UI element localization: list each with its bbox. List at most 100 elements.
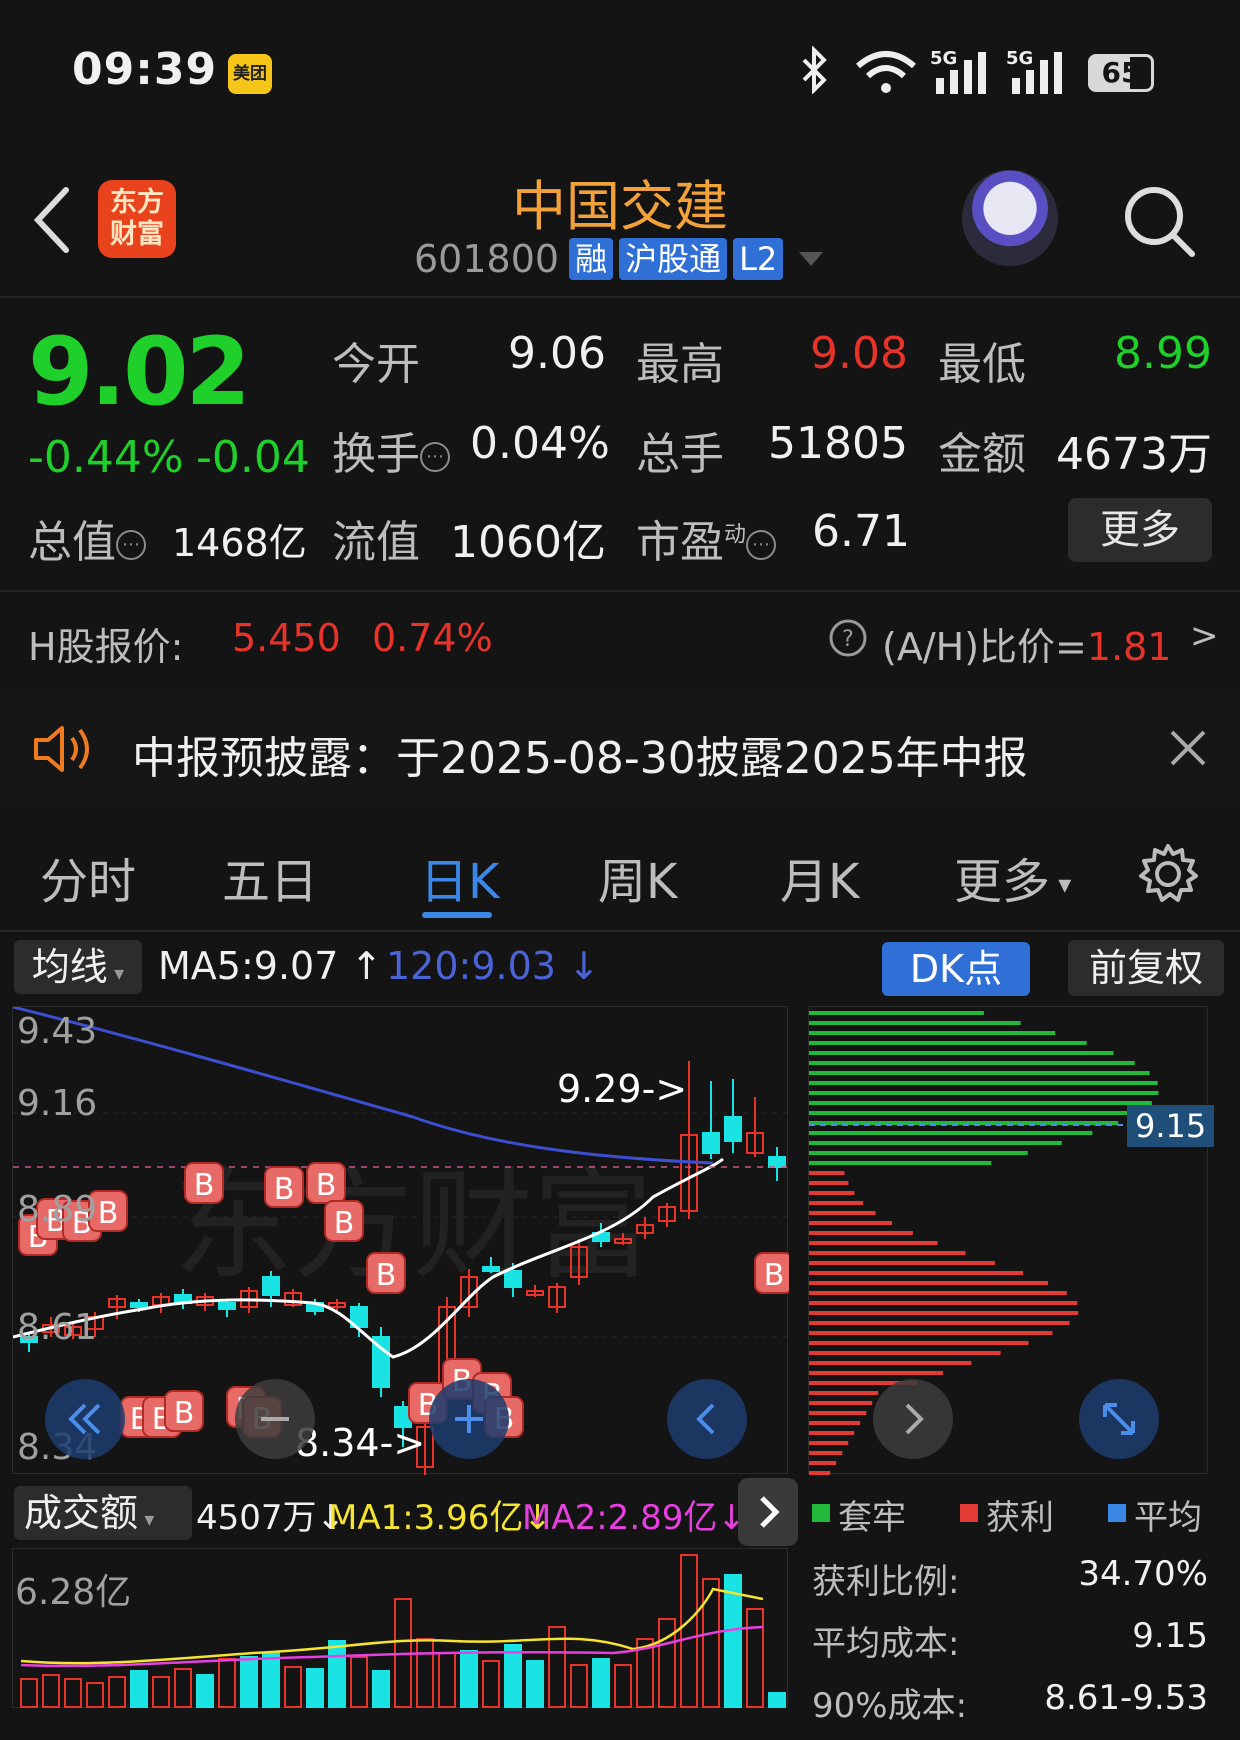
- change-amount: -0.04: [196, 432, 310, 483]
- bluetooth-icon: [800, 45, 830, 104]
- current-price: 9.02: [28, 318, 251, 427]
- amount-label: 金额: [938, 429, 1026, 480]
- cost-stats: 获利比例: 34.70% 平均成本: 9.15 90%成本: 8.61-9.53: [808, 1554, 1208, 1740]
- signal-icon-2: 5G: [1006, 48, 1068, 100]
- stat-profit-ratio: 获利比例: 34.70%: [812, 1554, 1208, 1602]
- amount-value: 4673万: [1056, 429, 1212, 480]
- expand-icon[interactable]: [1079, 1379, 1159, 1459]
- mktcap-label[interactable]: 总值 ⋯: [28, 506, 146, 570]
- svg-text:B: B: [98, 1196, 119, 1231]
- low-value: 8.99: [1114, 328, 1212, 379]
- dropdown-caret-icon[interactable]: [799, 252, 824, 266]
- notice-banner[interactable]: 中报预披露：于2025-08-30披露2025年中报: [0, 690, 1240, 808]
- volume-next-button[interactable]: [738, 1478, 798, 1546]
- legend-trapped: 套牢: [838, 1498, 906, 1538]
- wifi-icon: [854, 50, 918, 98]
- notice-text: 中报预披露：于2025-08-30披露2025年中报: [132, 733, 1028, 784]
- tag-margin: 融: [569, 238, 614, 280]
- svg-text:B: B: [194, 1168, 215, 1203]
- high-label: 最高: [636, 339, 724, 390]
- high-value: 9.08: [810, 328, 908, 379]
- volume-ma2: MA2:2.89亿↓: [522, 1498, 746, 1538]
- svg-text:B: B: [334, 1206, 355, 1241]
- y-label-3: 8.89: [17, 1189, 98, 1230]
- clock: 09:39: [72, 44, 218, 95]
- period-tabs: 分时 五日 日K 周K 月K 更多 ▾: [0, 812, 1240, 930]
- tab-more[interactable]: 更多 ▾: [954, 842, 1071, 912]
- ma120-readout: 120:9.03 ↓: [386, 944, 600, 988]
- avg-cost-label: 9.15: [1127, 1105, 1215, 1147]
- turnover-label[interactable]: 换手 ⋯: [332, 418, 450, 482]
- zoom-in-button[interactable]: [429, 1379, 509, 1459]
- chip-legend: 套牢 获利 平均: [808, 1490, 1228, 1540]
- h-share-row[interactable]: H股报价: 5.450 0.74% ? (A/H)比价=1.81 >: [0, 598, 1240, 688]
- legend-swatch-profit: [960, 1504, 978, 1522]
- help-icon[interactable]: ?: [828, 618, 868, 662]
- scroll-right-button[interactable]: [873, 1379, 953, 1459]
- turnover-value: 0.04%: [470, 418, 610, 469]
- open-label: 今开: [332, 339, 420, 390]
- info-icon: ⋯: [746, 530, 777, 560]
- volume-ma1: MA1:3.96亿↓: [328, 1498, 552, 1538]
- mktcap-value: 1468亿: [172, 521, 307, 565]
- chip-distribution-chart[interactable]: 9.15: [808, 1006, 1215, 1475]
- scroll-left-button[interactable]: [667, 1379, 747, 1459]
- ah-ratio: (A/H)比价=1.81: [882, 625, 1172, 669]
- y-label-top: 9.43: [17, 1011, 98, 1052]
- svg-text:B: B: [316, 1168, 337, 1203]
- volume-indicator-selector[interactable]: 成交额 ▾: [14, 1486, 192, 1540]
- h-share-price: 5.450: [232, 616, 341, 660]
- close-icon[interactable]: [1166, 726, 1210, 774]
- change-percent: -0.44%: [28, 432, 184, 483]
- settings-gear-icon[interactable]: [1136, 842, 1200, 910]
- max-price-marker: 9.29->: [557, 1067, 688, 1111]
- robot-assistant-avatar[interactable]: [962, 170, 1058, 266]
- ma-selector[interactable]: 均线 ▾: [14, 940, 142, 994]
- tag-connect: 沪股通: [619, 238, 728, 280]
- y-label-2: 9.16: [17, 1083, 98, 1124]
- svg-text:?: ?: [842, 627, 854, 652]
- stock-header: 东方 财富 中国交建 601800 融 沪股通 L2: [0, 140, 1240, 295]
- stock-name: 中国交建: [512, 175, 728, 238]
- dk-point-button[interactable]: DK点: [882, 942, 1030, 996]
- volume-chart[interactable]: 6.28亿: [12, 1548, 788, 1708]
- legend-swatch-trapped: [812, 1504, 830, 1522]
- tab-daily-k[interactable]: 日K: [420, 842, 499, 912]
- h-share-label: H股报价:: [28, 625, 184, 669]
- watermark: 东方财富: [173, 1157, 653, 1296]
- tab-intraday[interactable]: 分时: [40, 842, 136, 912]
- chevron-right-icon[interactable]: >: [1190, 616, 1219, 656]
- tab-weekly-k[interactable]: 周K: [598, 842, 677, 912]
- legend-average: 平均: [1134, 1498, 1202, 1538]
- kline-chart[interactable]: 东方财富 BBBBBBBBBBBBBBBBBBB 9.43 9.16 8.89 …: [12, 1006, 789, 1475]
- more-quote-button[interactable]: 更多: [1068, 498, 1212, 562]
- speaker-icon: [32, 722, 96, 780]
- pe-label[interactable]: 市盈动 ⋯: [636, 506, 777, 570]
- volume-current: 4507万↓: [196, 1498, 346, 1538]
- stat-90-cost: 90%成本: 8.61-9.53: [812, 1678, 1208, 1726]
- info-icon: ⋯: [116, 530, 146, 560]
- volume-value: 51805: [768, 418, 908, 469]
- tab-monthly-k[interactable]: 月K: [780, 842, 859, 912]
- search-icon[interactable]: [1120, 182, 1198, 260]
- info-icon: ⋯: [420, 442, 450, 472]
- active-tab-underline: [422, 912, 492, 918]
- signal-icon-1: 5G: [930, 48, 992, 100]
- legend-profit: 获利: [986, 1498, 1054, 1538]
- svg-text:B: B: [376, 1258, 397, 1293]
- scroll-left-fast-button[interactable]: [45, 1379, 125, 1459]
- eastmoney-logo[interactable]: 东方 财富: [98, 180, 176, 258]
- ma5-readout: MA5:9.07 ↑: [158, 944, 383, 988]
- h-share-pct: 0.74%: [372, 616, 493, 660]
- stat-avg-cost: 平均成本: 9.15: [812, 1616, 1208, 1664]
- back-arrow-icon[interactable]: [28, 180, 78, 260]
- tab-five-day[interactable]: 五日: [222, 842, 318, 912]
- adjust-button[interactable]: 前复权: [1068, 940, 1224, 996]
- volume-ma1-line: [20, 1587, 764, 1665]
- stock-subtitle[interactable]: 601800 融 沪股通 L2: [414, 236, 824, 282]
- y-label-4: 8.61: [17, 1307, 98, 1348]
- volume-label: 总手: [636, 429, 724, 480]
- tag-l2: L2: [733, 238, 784, 280]
- zoom-out-button[interactable]: [235, 1379, 315, 1459]
- float-value: 1060亿: [450, 517, 606, 568]
